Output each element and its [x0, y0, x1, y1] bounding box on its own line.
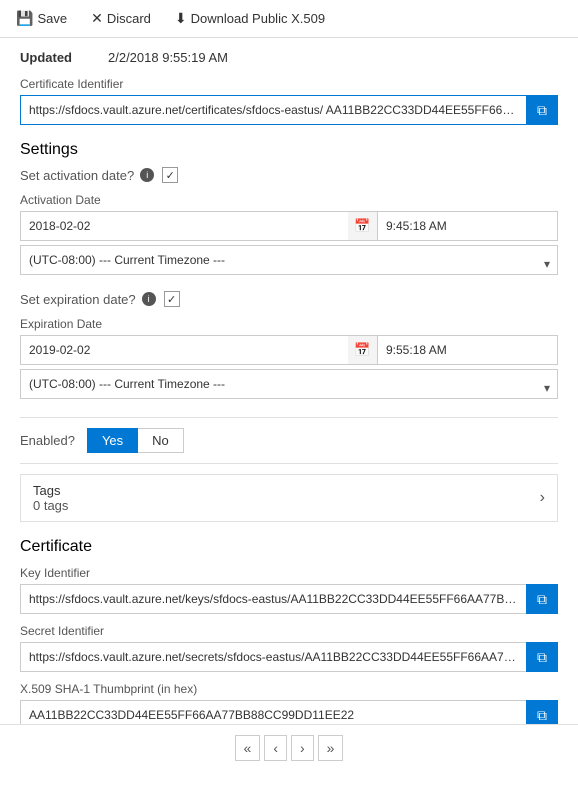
enabled-divider: [20, 417, 558, 418]
meta-value: 2/2/2018 9:55:19 AM: [108, 50, 228, 65]
settings-title: Settings: [20, 141, 558, 159]
copy-sha1-icon: ⧉: [537, 707, 547, 724]
activation-date-field-label: Activation Date: [20, 193, 558, 207]
meta-label: Updated: [20, 50, 100, 65]
discard-button[interactable]: ✕ Discard: [87, 8, 155, 29]
enabled-no-btn[interactable]: No: [138, 428, 184, 453]
tags-row[interactable]: Tags 0 tags ›: [20, 474, 558, 522]
secret-identifier-label: Secret Identifier: [20, 624, 558, 638]
toolbar: 💾 Save ✕ Discard ⬇ Download Public X.509: [0, 0, 578, 38]
tags-title: Tags: [33, 483, 540, 498]
enabled-yes-btn[interactable]: Yes: [87, 428, 138, 453]
cert-identifier-label: Certificate Identifier: [20, 77, 558, 91]
key-identifier-copy-btn[interactable]: ⧉: [526, 584, 558, 614]
first-page-btn[interactable]: «: [235, 735, 261, 761]
activation-time-input[interactable]: [378, 211, 558, 241]
copy-secret-icon: ⧉: [537, 649, 547, 666]
main-content: Updated 2/2/2018 9:55:19 AM Certificate …: [0, 38, 578, 748]
sha1-label: X.509 SHA-1 Thumbprint (in hex): [20, 682, 558, 696]
activation-date-checkbox[interactable]: ✓: [162, 167, 178, 183]
expiration-info-icon[interactable]: i: [142, 292, 156, 306]
enabled-toggle-row: Enabled? Yes No: [20, 428, 558, 453]
expiration-calendar-btn[interactable]: 📅: [348, 335, 378, 365]
download-icon: ⬇: [175, 10, 187, 27]
activation-timezone-wrapper: (UTC-08:00) --- Current Timezone ---: [20, 245, 558, 283]
cert-identifier-input[interactable]: [20, 95, 526, 125]
cert-identifier-copy-btn[interactable]: ⧉: [526, 95, 558, 125]
key-identifier-row: ⧉: [20, 584, 558, 614]
copy-key-icon: ⧉: [537, 591, 547, 608]
expiration-date-label: Set expiration date?: [20, 292, 136, 307]
activation-date-time-row: 📅: [20, 211, 558, 241]
calendar-icon: 📅: [354, 218, 370, 234]
tags-divider: [20, 463, 558, 464]
download-button[interactable]: ⬇ Download Public X.509: [171, 8, 329, 29]
expiration-date-field-label: Expiration Date: [20, 317, 558, 331]
enabled-label: Enabled?: [20, 433, 75, 448]
calendar-icon-exp: 📅: [354, 342, 370, 358]
tags-content: Tags 0 tags: [33, 483, 540, 513]
activation-date-toggle-row: Set activation date? i ✓: [20, 167, 558, 183]
toggle-group: Yes No: [87, 428, 184, 453]
last-page-btn[interactable]: »: [318, 735, 344, 761]
tags-chevron-right-icon: ›: [540, 489, 545, 507]
expiration-timezone-select[interactable]: (UTC-08:00) --- Current Timezone ---: [20, 369, 558, 399]
expiration-timezone-wrapper: (UTC-08:00) --- Current Timezone ---: [20, 369, 558, 407]
cert-identifier-row: ⧉: [20, 95, 558, 125]
expiration-date-toggle-row: Set expiration date? i ✓: [20, 291, 558, 307]
activation-date-label: Set activation date?: [20, 168, 134, 183]
activation-calendar-btn[interactable]: 📅: [348, 211, 378, 241]
activation-date-input[interactable]: [20, 211, 348, 241]
secret-identifier-input[interactable]: [20, 642, 526, 672]
discard-icon: ✕: [91, 10, 103, 27]
prev-page-btn[interactable]: ‹: [264, 735, 287, 761]
download-label: Download Public X.509: [191, 11, 325, 26]
expiration-date-time-row: 📅: [20, 335, 558, 365]
activation-timezone-select[interactable]: (UTC-08:00) --- Current Timezone ---: [20, 245, 558, 275]
secret-identifier-copy-btn[interactable]: ⧉: [526, 642, 558, 672]
expiration-date-checkbox[interactable]: ✓: [164, 291, 180, 307]
save-label: Save: [37, 11, 67, 26]
secret-identifier-row: ⧉: [20, 642, 558, 672]
save-button[interactable]: 💾 Save: [12, 8, 71, 29]
bottom-nav: « ‹ › »: [0, 724, 578, 771]
certificate-section-title: Certificate: [20, 538, 558, 556]
key-identifier-label: Key Identifier: [20, 566, 558, 580]
activation-info-icon[interactable]: i: [140, 168, 154, 182]
expiration-time-input[interactable]: [378, 335, 558, 365]
save-icon: 💾: [16, 10, 33, 27]
key-identifier-input[interactable]: [20, 584, 526, 614]
meta-row: Updated 2/2/2018 9:55:19 AM: [20, 50, 558, 65]
next-page-btn[interactable]: ›: [291, 735, 314, 761]
discard-label: Discard: [107, 11, 151, 26]
tags-count: 0 tags: [33, 498, 540, 513]
copy-icon: ⧉: [537, 102, 547, 119]
expiration-date-input[interactable]: [20, 335, 348, 365]
